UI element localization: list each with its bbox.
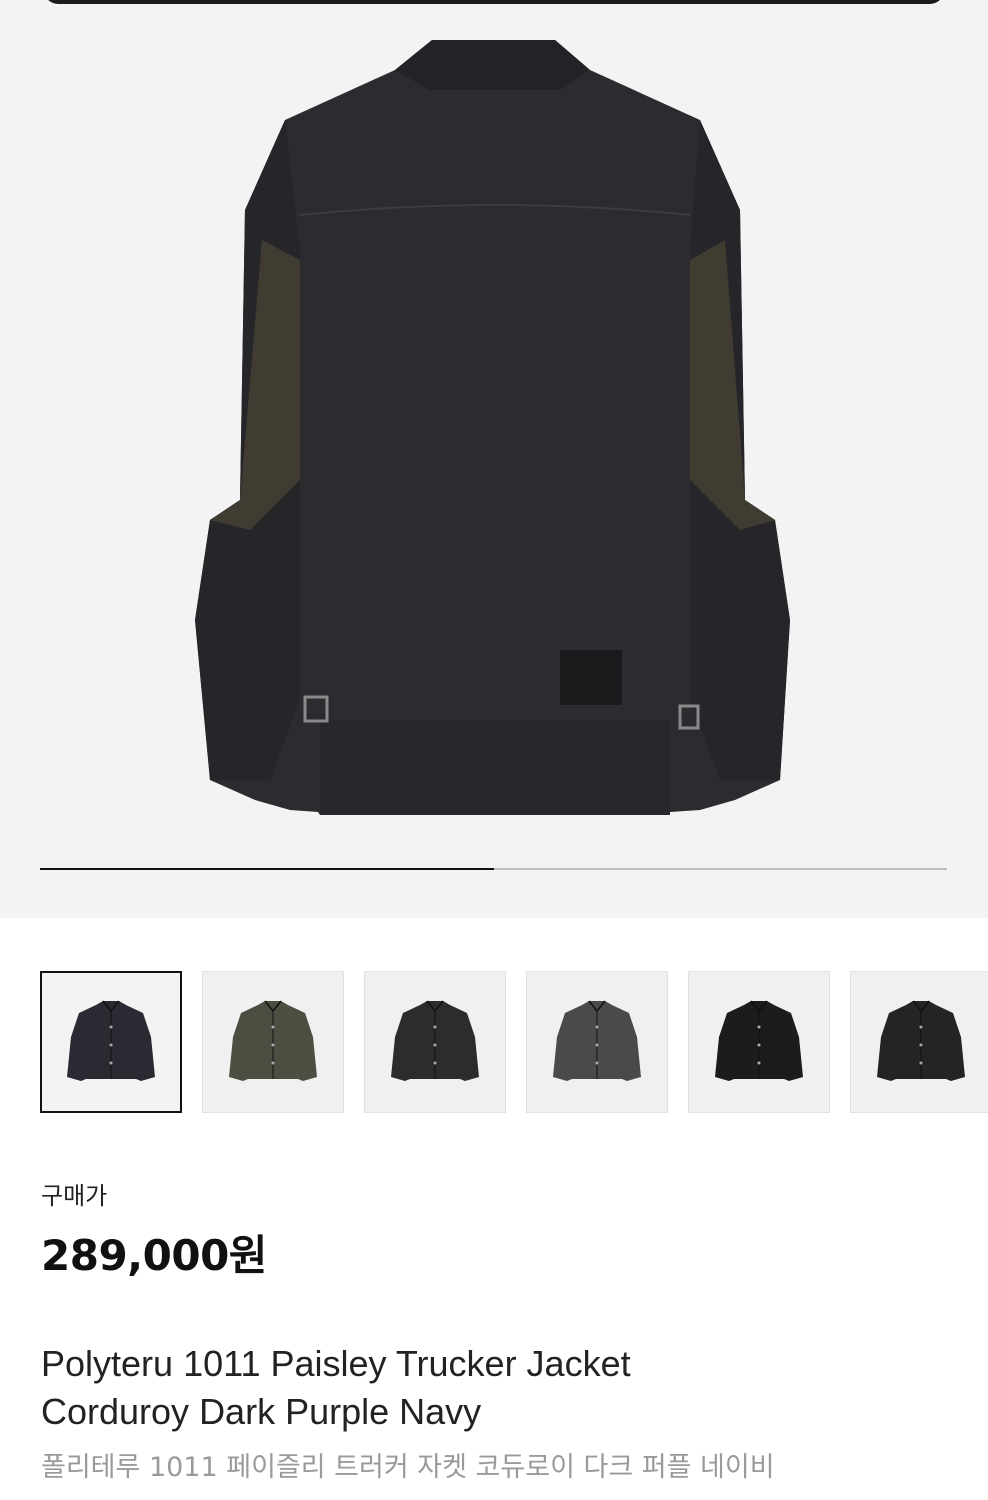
thumb-1[interactable]: [40, 971, 182, 1113]
product-title: Polyteru 1011 Paisley Trucker Jacket Cor…: [41, 1340, 961, 1436]
price: 289,000원: [41, 1231, 267, 1280]
product-title-line1: Polyteru 1011 Paisley Trucker Jacket: [41, 1343, 631, 1384]
gallery-progress-track: [40, 868, 947, 870]
thumb-2[interactable]: [202, 971, 344, 1113]
jacket-thumbnail-image: [553, 1000, 641, 1081]
product-image-gallery[interactable]: [0, 0, 988, 918]
jacket-thumbnail-image: [67, 1000, 155, 1081]
main-product-image: [195, 40, 790, 815]
jacket-thumbnail-image: [877, 1000, 965, 1081]
product-subtitle: 폴리테루 1011 페이즐리 트러커 자켓 코듀로이 다크 퍼플 네이비: [41, 1452, 775, 1483]
thumb-3[interactable]: [364, 971, 506, 1113]
thumb-5[interactable]: [688, 971, 830, 1113]
jacket-thumbnail-image: [229, 1000, 317, 1081]
thumbnail-strip[interactable]: [0, 971, 988, 1114]
thumb-4[interactable]: [526, 971, 668, 1113]
jacket-thumbnail-image: [391, 1000, 479, 1081]
product-title-line2: Corduroy Dark Purple Navy: [41, 1391, 482, 1432]
price-label: 구매가: [41, 1182, 108, 1210]
thumb-6[interactable]: [850, 971, 988, 1113]
gallery-progress-fill: [40, 868, 494, 870]
jacket-thumbnail-image: [715, 1000, 803, 1081]
